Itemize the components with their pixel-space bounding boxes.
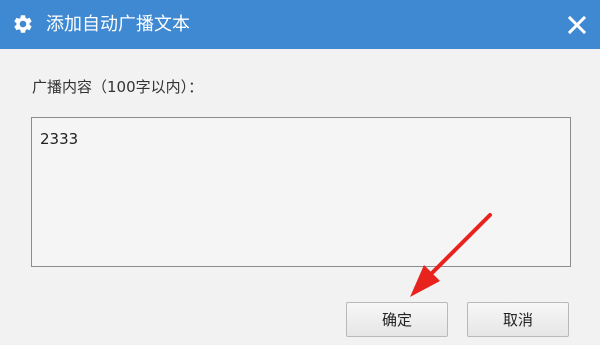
cancel-button[interactable]: 取消 [467, 302, 569, 337]
ok-button[interactable]: 确定 [346, 302, 448, 337]
broadcast-content-label: 广播内容（100字以内）： [32, 78, 204, 96]
dialog-titlebar: 添加自动广播文本 [0, 0, 600, 49]
dialog-title: 添加自动广播文本 [46, 14, 190, 35]
broadcast-content-input[interactable]: 2333 [31, 117, 571, 267]
add-broadcast-text-dialog: 添加自动广播文本 广播内容（100字以内）： 2333 确定 取消 [0, 0, 600, 345]
gear-icon [12, 13, 34, 35]
close-icon[interactable] [564, 12, 590, 38]
